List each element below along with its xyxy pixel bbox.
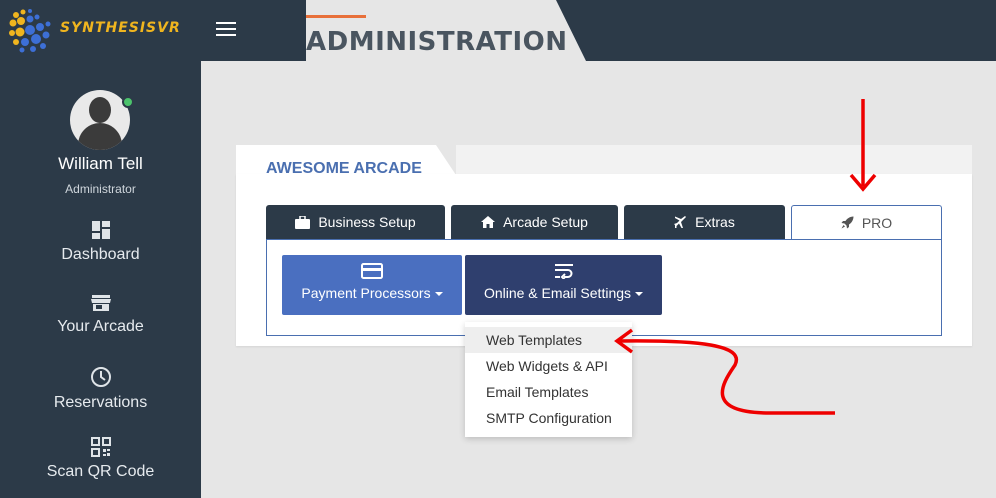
rocket-icon <box>841 216 854 229</box>
wrap-text-icon <box>554 264 573 279</box>
button-label: Online & Email Settings <box>483 285 632 301</box>
menu-item-web-templates[interactable]: Web Templates <box>465 327 632 353</box>
clock-icon <box>90 367 111 387</box>
online-status-icon <box>122 96 134 108</box>
logo-icon <box>9 9 51 53</box>
brand-area: SYNTHESISVR <box>0 0 300 61</box>
sidebar-item-label: Reservations <box>53 394 148 411</box>
credit-card-icon <box>361 263 383 279</box>
payment-processors-button[interactable]: Payment Processors <box>282 255 462 315</box>
briefcase-icon <box>295 215 311 229</box>
card-title: AWESOME ARCADE <box>266 160 422 177</box>
hamburger-menu-icon[interactable] <box>216 22 236 38</box>
menu-item-smtp-configuration[interactable]: SMTP Configuration <box>465 405 632 431</box>
online-email-settings-button[interactable]: Online & Email Settings <box>465 255 662 315</box>
menu-item-email-templates[interactable]: Email Templates <box>465 379 632 405</box>
store-icon <box>90 295 111 311</box>
tab-label: Extras <box>695 214 735 230</box>
plane-icon <box>674 215 687 228</box>
sidebar-item-your-arcade[interactable]: Your Arcade <box>0 294 201 358</box>
menu-item-web-widgets-api[interactable]: Web Widgets & API <box>465 353 632 379</box>
title-accent <box>306 15 366 18</box>
user-name: William Tell <box>58 154 143 173</box>
online-email-settings-dropdown: Web Templates Web Widgets & API Email Te… <box>465 322 632 437</box>
dashboard-icon <box>91 221 110 239</box>
tab-arcade-setup[interactable]: Arcade Setup <box>451 205 618 239</box>
sidebar: William Tell Administrator Dashboard You… <box>0 61 201 498</box>
tab-label: PRO <box>861 214 893 231</box>
qr-code-icon <box>90 437 111 457</box>
caret-down-icon <box>635 292 644 297</box>
tab-label: Business Setup <box>318 214 416 230</box>
tab-label: Arcade Setup <box>503 214 588 230</box>
sidebar-item-dashboard[interactable]: Dashboard <box>0 220 201 284</box>
tab-business-setup[interactable]: Business Setup <box>266 205 445 239</box>
avatar[interactable] <box>70 90 130 150</box>
user-role: Administrator <box>65 182 136 196</box>
card-header-strip <box>456 145 972 174</box>
sidebar-item-label: Scan QR Code <box>46 463 155 480</box>
sidebar-item-label: Dashboard <box>61 246 140 263</box>
tab-pro[interactable]: PRO <box>791 205 942 239</box>
button-label: Payment Processors <box>301 285 431 301</box>
brand-name: SYNTHESISVR <box>60 20 181 36</box>
sidebar-item-label: Your Arcade <box>57 318 144 335</box>
sidebar-item-reservations[interactable]: Reservations <box>0 366 201 430</box>
sidebar-item-scan-qr-code[interactable]: Scan QR Code <box>0 437 201 498</box>
caret-down-icon <box>434 292 443 297</box>
home-icon <box>481 216 496 228</box>
tab-extras[interactable]: Extras <box>624 205 785 239</box>
page-title: ADMINISTRATION <box>306 27 568 57</box>
